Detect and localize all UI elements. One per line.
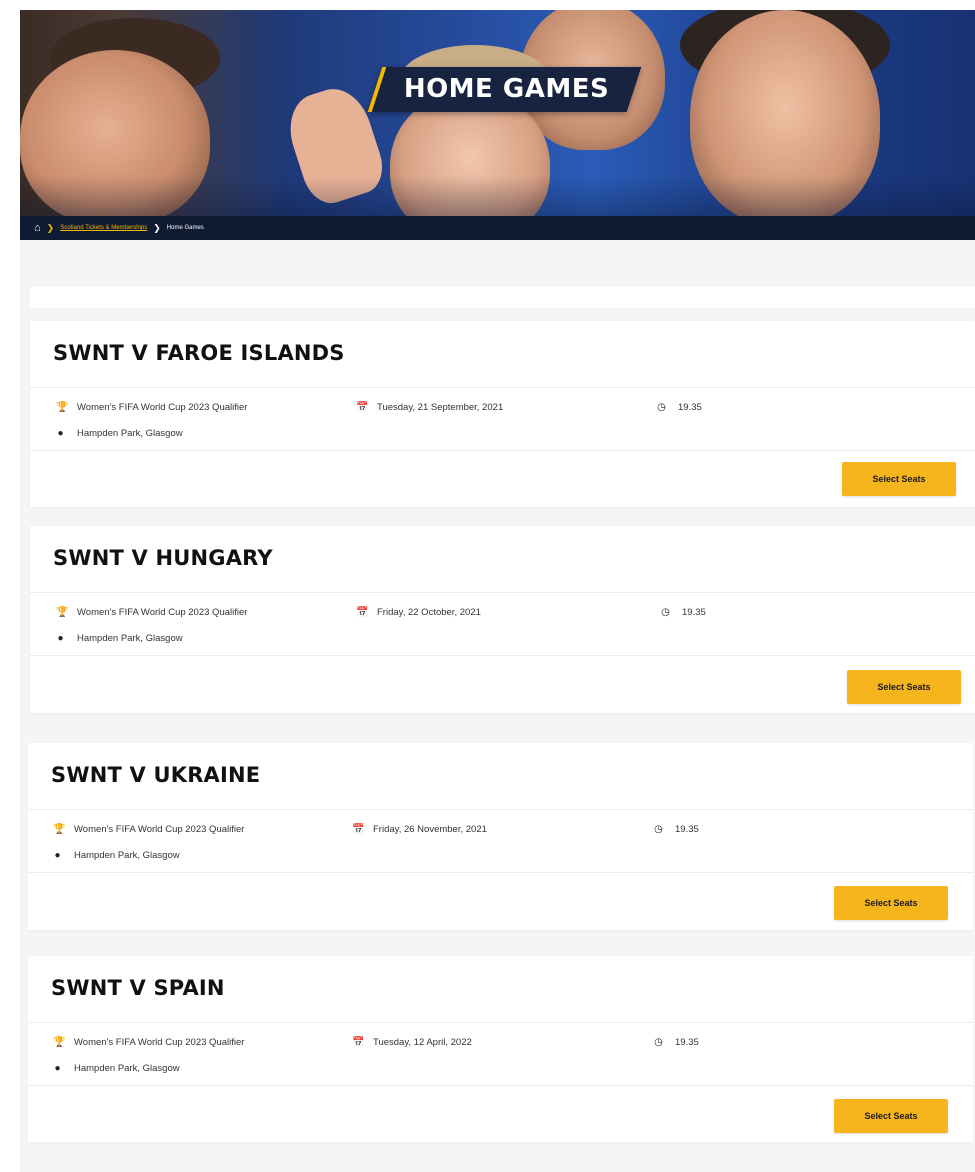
page: HOME GAMES ⌂ ❯ Scotland Tickets & Member…	[20, 10, 975, 1172]
match-competition: 🏆 Women's FIFA World Cup 2023 Qualifier	[53, 1037, 245, 1048]
map-pin-icon: ●	[54, 850, 61, 861]
home-icon[interactable]: ⌂	[34, 222, 41, 234]
map-pin-icon: ●	[57, 633, 64, 644]
calendar-icon: 📅	[352, 824, 365, 835]
chevron-right-icon: ❯	[153, 222, 161, 233]
match-competition: 🏆 Women's FIFA World Cup 2023 Qualifier	[56, 402, 248, 413]
match-date: 📅 Tuesday, 12 April, 2022	[352, 1037, 472, 1048]
match-title: SWNT V FAROE ISLANDS	[53, 341, 345, 365]
match-date: 📅 Friday, 26 November, 2021	[352, 824, 487, 835]
breadcrumb-link[interactable]: Scotland Tickets & Memberships	[60, 225, 147, 231]
page-title-badge: HOME GAMES	[367, 67, 642, 112]
select-seats-button[interactable]: Select Seats	[834, 886, 948, 920]
hero-banner: HOME GAMES	[20, 10, 975, 216]
match-card: SWNT V UKRAINE 🏆 Women's FIFA World Cup …	[28, 743, 973, 930]
trophy-icon: 🏆	[53, 1037, 66, 1048]
match-title: SWNT V HUNGARY	[53, 546, 273, 570]
trophy-icon: 🏆	[56, 402, 69, 413]
match-venue: ● Hampden Park, Glasgow	[57, 633, 183, 644]
select-seats-button[interactable]: Select Seats	[834, 1099, 948, 1133]
select-seats-button[interactable]: Select Seats	[842, 462, 956, 496]
filter-strip	[30, 287, 975, 308]
match-title: SWNT V UKRAINE	[51, 763, 261, 787]
select-seats-button[interactable]: Select Seats	[847, 670, 961, 704]
clock-icon: ◷	[661, 607, 670, 618]
match-date: 📅 Friday, 22 October, 2021	[356, 607, 481, 618]
match-venue: ● Hampden Park, Glasgow	[54, 1063, 180, 1074]
match-time: ◷ 19.35	[654, 1037, 699, 1048]
match-venue: ● Hampden Park, Glasgow	[54, 850, 180, 861]
match-card: SWNT V SPAIN 🏆 Women's FIFA World Cup 20…	[28, 956, 973, 1142]
clock-icon: ◷	[654, 824, 663, 835]
match-card: SWNT V HUNGARY 🏆 Women's FIFA World Cup …	[30, 526, 975, 713]
calendar-icon: 📅	[356, 402, 369, 413]
match-competition: 🏆 Women's FIFA World Cup 2023 Qualifier	[53, 824, 245, 835]
match-venue: ● Hampden Park, Glasgow	[57, 428, 183, 439]
match-date: 📅 Tuesday, 21 September, 2021	[356, 402, 504, 413]
map-pin-icon: ●	[54, 1063, 61, 1074]
clock-icon: ◷	[657, 402, 666, 413]
breadcrumb-current: Home Games	[166, 225, 204, 231]
match-time: ◷ 19.35	[661, 607, 706, 618]
match-title: SWNT V SPAIN	[51, 976, 225, 1000]
trophy-icon: 🏆	[53, 824, 66, 835]
match-card: SWNT V FAROE ISLANDS 🏆 Women's FIFA Worl…	[30, 321, 975, 507]
calendar-icon: 📅	[352, 1037, 365, 1048]
chevron-right-icon: ❯	[46, 222, 55, 233]
map-pin-icon: ●	[57, 428, 64, 439]
page-title: HOME GAMES	[403, 74, 610, 104]
match-time: ◷ 19.35	[657, 402, 702, 413]
clock-icon: ◷	[654, 1037, 663, 1048]
breadcrumb: ⌂ ❯ Scotland Tickets & Memberships ❯ Hom…	[20, 216, 975, 240]
match-time: ◷ 19.35	[654, 824, 699, 835]
trophy-icon: 🏆	[56, 607, 69, 618]
calendar-icon: 📅	[356, 607, 369, 618]
match-competition: 🏆 Women's FIFA World Cup 2023 Qualifier	[56, 607, 248, 618]
